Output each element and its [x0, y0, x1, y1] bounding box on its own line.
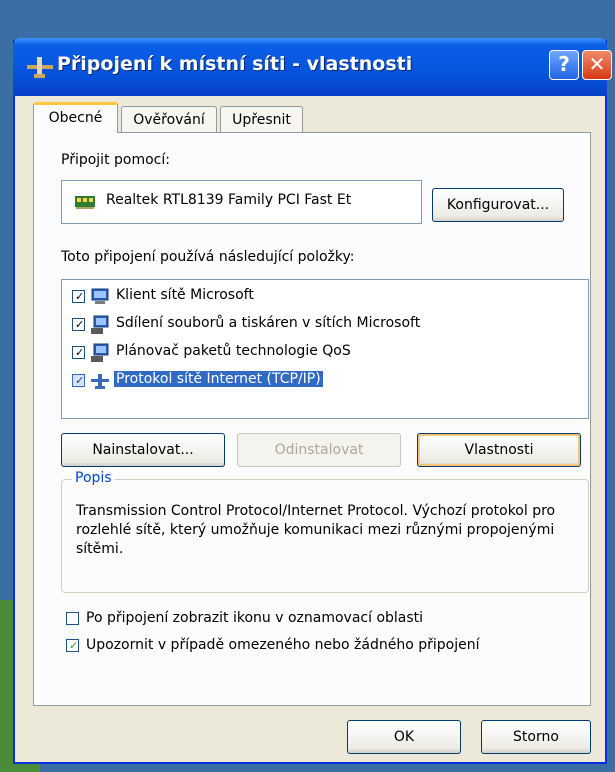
checkbox[interactable]: [66, 612, 79, 625]
title-bar[interactable]: Připojení k místní síti - vlastnosti ? ✕: [13, 38, 612, 96]
list-item-label: Sdílení souborů a tiskáren v sítích Micr…: [116, 315, 421, 331]
cancel-button[interactable]: Storno: [481, 720, 591, 754]
install-button[interactable]: Nainstalovat...: [61, 433, 225, 467]
ok-button[interactable]: OK: [347, 720, 461, 754]
components-list[interactable]: ✓ Klient sítě Microsoft ✓ Sdílení soubor…: [61, 279, 589, 419]
list-item-qos[interactable]: ✓ Plánovač paketů technologie QoS: [72, 342, 572, 364]
checkbox[interactable]: ✓: [72, 346, 85, 359]
list-item-client[interactable]: ✓ Klient sítě Microsoft: [72, 286, 572, 308]
option-label: Po připojení zobrazit ikonu v oznamovací…: [86, 610, 424, 626]
list-item-label: Protokol sítě Internet (TCP/IP): [114, 371, 323, 387]
configure-button[interactable]: Konfigurovat...: [432, 188, 564, 222]
adapter-name: Realtek RTL8139 Family PCI Fast Et: [106, 192, 352, 208]
network-service-icon: [91, 315, 109, 334]
checkbox[interactable]: ✓: [72, 374, 85, 387]
checkbox[interactable]: ✓: [66, 639, 79, 652]
tab-advanced[interactable]: Upřesnit: [220, 106, 303, 132]
network-card-icon: [75, 196, 95, 209]
description-title: Popis: [72, 470, 115, 486]
list-item-label: Klient sítě Microsoft: [116, 287, 254, 303]
tab-general[interactable]: Obecné: [33, 102, 118, 133]
network-protocol-icon: [91, 374, 109, 389]
checkbox[interactable]: ✓: [72, 318, 85, 331]
components-label: Toto připojení používá následující polož…: [61, 249, 355, 265]
adapter-field: Realtek RTL8139 Family PCI Fast Et: [61, 180, 422, 224]
list-item-file-sharing[interactable]: ✓ Sdílení souborů a tiskáren v sítích Mi…: [72, 314, 572, 336]
general-tab-panel: Připojit pomocí: Realtek RTL8139 Family …: [33, 132, 591, 706]
window-title: Připojení k místní síti - vlastnosti: [57, 53, 413, 75]
network-connection-icon: [27, 57, 53, 78]
help-button[interactable]: ?: [549, 50, 579, 80]
properties-dialog: Připojení k místní síti - vlastnosti ? ✕…: [13, 38, 612, 764]
connect-using-label: Připojit pomocí:: [61, 152, 170, 168]
description-text: Transmission Control Protocol/Internet P…: [76, 503, 556, 557]
uninstall-button[interactable]: Odinstalovat: [237, 433, 401, 467]
properties-button[interactable]: Vlastnosti: [417, 433, 581, 467]
tab-authentication[interactable]: Ověřování: [121, 106, 217, 132]
checkbox[interactable]: ✓: [72, 290, 85, 303]
list-item-label: Plánovač paketů technologie QoS: [116, 343, 351, 359]
network-service-icon: [91, 343, 109, 362]
close-button[interactable]: ✕: [582, 50, 612, 80]
network-client-icon: [91, 288, 109, 304]
list-item-tcpip[interactable]: ✓ Protokol sítě Internet (TCP/IP): [72, 370, 572, 392]
option-label: Upozornit v případě omezeného nebo žádné…: [86, 637, 480, 653]
description-group: Popis Transmission Control Protocol/Inte…: [61, 470, 589, 593]
